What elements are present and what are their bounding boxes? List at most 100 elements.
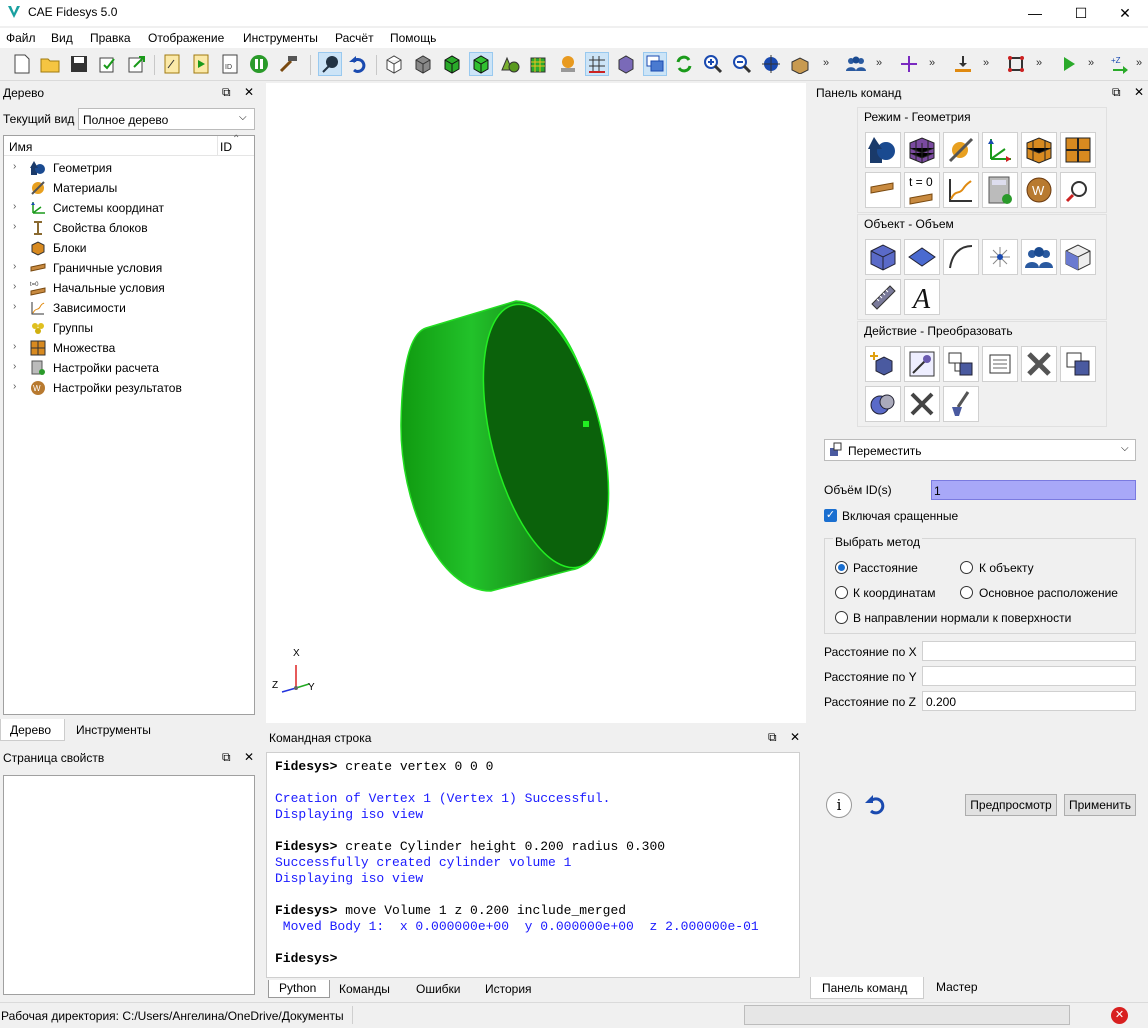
maximize-button[interactable]: ☐	[1058, 0, 1104, 26]
zoom-in-icon[interactable]	[701, 52, 725, 76]
save-icon[interactable]	[67, 52, 91, 76]
tree-item[interactable]: › Геометрия	[4, 158, 254, 178]
grid-view-icon[interactable]	[585, 52, 609, 76]
measure-icon[interactable]	[865, 279, 901, 315]
tab-errors[interactable]: Ошибки	[416, 982, 461, 996]
toolbar-overflow-icon[interactable]: »	[823, 57, 829, 69]
preview-button[interactable]: Предпросмотр	[965, 794, 1057, 816]
menu-display[interactable]: Отображение	[148, 31, 224, 45]
menu-edit[interactable]: Правка	[90, 31, 131, 45]
hammer-icon[interactable]	[276, 52, 300, 76]
tab-tools[interactable]: Инструменты	[76, 723, 151, 737]
close-panel-icon[interactable]: ✕	[244, 85, 254, 99]
method-normal-radio[interactable]	[835, 611, 848, 624]
export-arrow-icon[interactable]	[125, 52, 149, 76]
properties-icon[interactable]	[982, 346, 1018, 382]
pause-icon[interactable]	[247, 52, 271, 76]
box-view-icon[interactable]	[788, 52, 812, 76]
close-button[interactable]: ✕	[1102, 0, 1148, 26]
method-distance-radio[interactable]	[835, 561, 848, 574]
float-cmdpanel-icon[interactable]: ⧉	[1112, 85, 1121, 100]
tab-master[interactable]: Мастер	[936, 980, 978, 994]
users-group-icon[interactable]	[844, 52, 868, 76]
crosshair-icon[interactable]	[897, 52, 921, 76]
expand-arrow-icon[interactable]: ›	[13, 381, 16, 392]
tab-python[interactable]: Python	[268, 980, 330, 998]
menu-file[interactable]: Файл	[6, 31, 36, 45]
create-icon[interactable]	[865, 346, 901, 382]
method-origin-radio[interactable]	[960, 586, 973, 599]
tree-item[interactable]: Материалы	[4, 178, 254, 198]
tree-item[interactable]: › Множества	[4, 338, 254, 358]
tree-item[interactable]: › W Настройки результатов	[4, 378, 254, 398]
float-cmd-icon[interactable]: ⧉	[768, 730, 777, 745]
method-to-object-radio[interactable]	[960, 561, 973, 574]
dependencies-mode-icon[interactable]	[943, 172, 979, 208]
expand-arrow-icon[interactable]: ›	[13, 261, 16, 272]
close-cmdpanel-icon[interactable]: ✕	[1134, 85, 1144, 99]
results-mode-icon[interactable]: W	[1021, 172, 1057, 208]
volume-icon[interactable]	[865, 239, 901, 275]
float-panel-icon[interactable]: ⧉	[222, 85, 231, 100]
expand-arrow-icon[interactable]: ›	[13, 341, 16, 352]
toolbar-overflow-icon-6[interactable]: »	[1088, 57, 1094, 69]
group-icon[interactable]	[1021, 239, 1057, 275]
toolbar-overflow-icon-3[interactable]: »	[929, 57, 935, 69]
col-name-header[interactable]: Имя	[9, 140, 32, 154]
undo-icon[interactable]	[346, 52, 370, 76]
run-icon[interactable]	[1057, 52, 1081, 76]
volume-ids-field[interactable]: 1	[931, 480, 1136, 500]
tree-item[interactable]: › Свойства блоков	[4, 218, 254, 238]
menu-view[interactable]: Вид	[51, 31, 73, 45]
toolbar-overflow-icon-5[interactable]: »	[1036, 57, 1042, 69]
close-cmd-icon[interactable]: ✕	[790, 730, 800, 744]
col-id-header[interactable]: ID	[220, 140, 232, 154]
coordinate-mode-icon[interactable]	[982, 132, 1018, 168]
run-script-icon[interactable]	[189, 52, 213, 76]
tools-icon[interactable]	[904, 386, 940, 422]
fit-view-icon[interactable]	[759, 52, 783, 76]
multi-body-view-icon[interactable]	[498, 52, 522, 76]
menu-tools[interactable]: Инструменты	[243, 31, 318, 45]
toolbar-overflow-icon-4[interactable]: »	[983, 57, 989, 69]
copy-icon[interactable]	[1060, 346, 1096, 382]
expand-arrow-icon[interactable]: ›	[13, 361, 16, 372]
boundary-mode-icon[interactable]	[865, 172, 901, 208]
expand-arrow-icon[interactable]: ›	[13, 301, 16, 312]
expand-arrow-icon[interactable]: ›	[13, 281, 16, 292]
load-down-icon[interactable]	[951, 52, 975, 76]
materials-mode-icon[interactable]	[943, 132, 979, 168]
group-view-icon[interactable]	[556, 52, 580, 76]
tree-item[interactable]: › Системы координат	[4, 198, 254, 218]
delete-icon[interactable]	[1021, 346, 1057, 382]
command-output[interactable]: Fidesys> create vertex 0 0 0 Creation of …	[266, 752, 800, 978]
tree-item[interactable]: Группы	[4, 318, 254, 338]
expand-arrow-icon[interactable]: ›	[13, 161, 16, 172]
mesh-mode-icon[interactable]	[904, 132, 940, 168]
modify-icon[interactable]	[904, 346, 940, 382]
dist-z-field[interactable]: 0.200	[922, 691, 1136, 711]
tree-item[interactable]: › Настройки расчета	[4, 358, 254, 378]
dist-x-field[interactable]	[922, 641, 1136, 661]
select-mode-icon[interactable]	[318, 52, 342, 76]
tab-command-panel[interactable]: Панель команд	[810, 977, 924, 999]
reset-icon[interactable]	[864, 794, 886, 816]
wireframe-view-icon[interactable]	[382, 52, 406, 76]
id-script-icon[interactable]: ID	[218, 52, 242, 76]
vertex-icon[interactable]	[982, 239, 1018, 275]
method-to-coords-radio[interactable]	[835, 586, 848, 599]
tree-item[interactable]: Блоки	[4, 238, 254, 258]
export-check-icon[interactable]	[96, 52, 120, 76]
operation-select[interactable]: Переместить ⌵	[824, 439, 1136, 461]
open-folder-icon[interactable]	[38, 52, 62, 76]
dimension-icon[interactable]	[1004, 52, 1028, 76]
clean-icon[interactable]	[943, 386, 979, 422]
tree-item[interactable]: › Граничные условия	[4, 258, 254, 278]
menu-help[interactable]: Помощь	[390, 31, 436, 45]
float-props-icon[interactable]: ⧉	[222, 750, 231, 765]
transform-icon[interactable]	[943, 346, 979, 382]
shaded-view-icon[interactable]	[440, 52, 464, 76]
inspect-mode-icon[interactable]	[1060, 172, 1096, 208]
hidden-line-view-icon[interactable]	[411, 52, 435, 76]
windows-view-icon[interactable]	[643, 52, 667, 76]
